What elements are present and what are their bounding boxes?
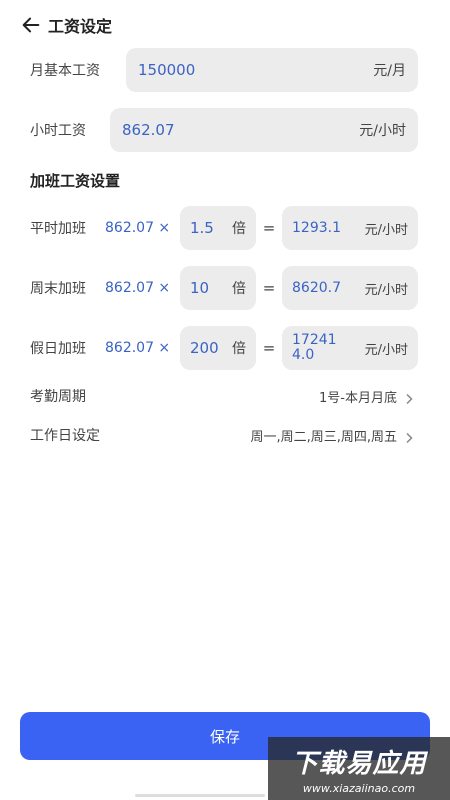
chevron-right-icon [403,390,415,405]
monthly-salary-unit: 元/月 [373,63,406,79]
workday-setting-value: 周一,周二,周三,周四,周五 [250,429,397,445]
workday-setting-label: 工作日设定 [30,428,100,444]
overtime-row-holiday: 假日加班 862.07 × 200 倍 = 172414.0 元/小时 [30,326,418,370]
overtime-result: 1293.1 元/小时 [282,206,418,250]
overtime-row-weekend: 周末加班 862.07 × 10 倍 = 8620.7 元/小时 [30,266,418,310]
multiplier-value: 10 [190,279,210,297]
multiplier-value: 200 [190,339,219,357]
overtime-rate: 862.07 × [105,220,171,236]
hourly-salary-value: 862.07 [122,121,175,139]
overtime-label: 周末加班 [30,281,86,297]
multiplier-unit: 倍 [232,341,246,357]
page-title: 工资设定 [48,17,113,36]
multiplier-value: 1.5 [190,219,214,237]
overtime-result: 172414.0 元/小时 [282,326,418,370]
attendance-cycle-label: 考勤周期 [30,389,86,405]
attendance-cycle-value: 1号-本月月底 [319,390,397,406]
chevron-right-icon [403,429,415,444]
arrow-left-icon[interactable] [20,14,42,36]
result-value: 172414.0 [292,332,337,363]
workday-setting-row[interactable]: 工作日设定 周一,周二,周三,周四,周五 [30,423,415,447]
home-indicator [135,794,265,797]
monthly-salary-value: 150000 [138,61,196,79]
equals-sign: = [262,219,276,237]
watermark-logo: 下载易应用 [291,748,427,779]
hourly-salary-field[interactable]: 862.07 元/小时 [110,108,418,152]
overtime-row-weekday: 平时加班 862.07 × 1.5 倍 = 1293.1 元/小时 [30,206,418,250]
multiplier-field[interactable]: 200 倍 [180,326,256,370]
result-value: 8620.7 [292,279,341,296]
monthly-salary-label: 月基本工资 [30,63,100,79]
overtime-rate: 862.07 × [105,280,171,296]
hourly-salary-label: 小时工资 [30,123,86,139]
monthly-salary-field[interactable]: 150000 元/月 [126,48,418,92]
result-unit: 元/小时 [364,342,408,358]
result-unit: 元/小时 [364,222,408,238]
hourly-salary-unit: 元/小时 [359,123,406,139]
overtime-label: 假日加班 [30,341,86,357]
attendance-cycle-row[interactable]: 考勤周期 1号-本月月底 [30,384,415,408]
equals-sign: = [262,339,276,357]
equals-sign: = [262,279,276,297]
header: 工资设定 [20,10,112,40]
hourly-salary-row: 小时工资 862.07 元/小时 [30,108,418,152]
result-value: 1293.1 [292,219,341,236]
result-unit: 元/小时 [364,282,408,298]
multiplier-field[interactable]: 10 倍 [180,266,256,310]
overtime-result: 8620.7 元/小时 [282,266,418,310]
watermark-url: www.xiazaiinao.com [302,781,416,795]
multiplier-unit: 倍 [232,221,246,237]
multiplier-field[interactable]: 1.5 倍 [180,206,256,250]
monthly-salary-row: 月基本工资 150000 元/月 [30,48,418,92]
multiplier-unit: 倍 [232,281,246,297]
overtime-rate: 862.07 × [105,340,171,356]
watermark: 下载易应用 www.xiazaiinao.com [268,737,450,800]
overtime-section-title: 加班工资设置 [30,172,121,190]
overtime-label: 平时加班 [30,221,86,237]
